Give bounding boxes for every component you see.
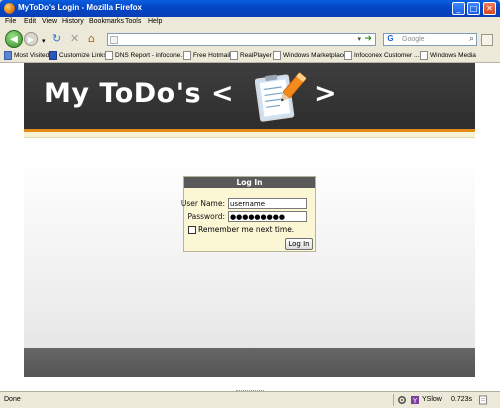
- bookmark-realplayer[interactable]: RealPlayer: [230, 51, 272, 60]
- back-button[interactable]: ◀: [5, 30, 23, 48]
- browser-content: My ToDo's < > Log In User Name: username…: [0, 63, 500, 391]
- menu-edit[interactable]: Edit: [24, 18, 36, 25]
- login-button[interactable]: Log In: [285, 238, 313, 250]
- site-footer: [24, 348, 475, 377]
- reload-icon[interactable]: ↻: [52, 33, 61, 45]
- navigation-toolbar: ◀ ▶ ▾ ↻ ✕ ⌂ ▾ ➔ G Google ⌕: [0, 29, 500, 49]
- page-icon: [105, 51, 113, 60]
- bookmark-windows-marketplace[interactable]: Windows Marketplace: [273, 51, 347, 60]
- menu-bar: File Edit View History Bookmarks Tools H…: [0, 17, 500, 29]
- home-icon[interactable]: ⌂: [88, 33, 95, 45]
- username-input[interactable]: [228, 198, 307, 209]
- toolbar-extension-button[interactable]: [481, 34, 493, 46]
- status-text: Done: [4, 396, 21, 403]
- menu-file[interactable]: File: [5, 18, 16, 25]
- minimize-button[interactable]: _: [452, 2, 465, 15]
- search-icon[interactable]: ⌕: [469, 34, 474, 44]
- yslow-label[interactable]: YSlow: [422, 396, 442, 403]
- site-header: My ToDo's < >: [24, 63, 475, 129]
- stop-icon[interactable]: ✕: [70, 33, 79, 45]
- menu-tools[interactable]: Tools: [125, 18, 141, 25]
- go-arrow-icon[interactable]: ➔: [364, 34, 372, 44]
- firefox-icon: [4, 3, 15, 14]
- bookmark-free-hotmail[interactable]: Free Hotmail: [183, 51, 230, 60]
- most-visited-icon: [4, 51, 12, 60]
- page-icon: [230, 51, 238, 60]
- remember-me-checkbox[interactable]: [188, 226, 196, 234]
- page-icon: [273, 51, 281, 60]
- bookmark-customize-links[interactable]: Customize Links: [49, 51, 107, 60]
- password-input[interactable]: [228, 211, 307, 222]
- todo-list-logo-icon: [255, 72, 307, 122]
- google-engine-icon[interactable]: G: [385, 34, 396, 45]
- bookmark-windows-media[interactable]: Windows Media: [420, 51, 476, 60]
- page-favicon-icon: [110, 36, 118, 44]
- svg-text:Y: Y: [412, 397, 418, 405]
- menu-view[interactable]: View: [42, 18, 57, 25]
- menu-history[interactable]: History: [62, 18, 84, 25]
- bookmark-infoconex[interactable]: Infoconex Customer ...: [344, 51, 419, 60]
- bookmark-most-visited[interactable]: Most Visited: [4, 51, 49, 60]
- remember-me-label: Remember me next time.: [198, 225, 295, 234]
- msn-icon: [49, 51, 57, 60]
- page-info-icon[interactable]: [478, 395, 488, 405]
- header-sub-stripe: [24, 132, 475, 138]
- maximize-button[interactable]: □: [467, 2, 480, 15]
- url-bar[interactable]: ▾ ➔: [107, 33, 376, 46]
- status-separator: [393, 394, 394, 406]
- bookmarks-toolbar: Most Visited Customize Links DNS Report …: [0, 49, 500, 63]
- bookmark-dns-report[interactable]: DNS Report - infocone...: [105, 51, 186, 60]
- page-icon: [420, 51, 428, 60]
- page-icon: [183, 51, 191, 60]
- close-button[interactable]: ✕: [483, 2, 496, 15]
- login-box: Log In User Name: Password: Remember me …: [180, 176, 316, 252]
- window-title: MyToDo's Login - Mozilla Firefox: [18, 3, 142, 12]
- load-time: 0.723s: [451, 396, 473, 403]
- forward-button[interactable]: ▶: [24, 32, 38, 46]
- url-dropdown-icon[interactable]: ▾: [357, 35, 361, 43]
- login-title: Log In: [184, 177, 315, 188]
- addon-gear-icon[interactable]: [397, 395, 407, 405]
- site-title: My ToDo's <: [44, 78, 235, 109]
- status-bar: Done Y YSlow 0.723s: [0, 391, 500, 408]
- web-page: My ToDo's < > Log In User Name: username…: [24, 63, 475, 377]
- username-label: User Name:: [180, 199, 225, 208]
- page-icon: [344, 51, 352, 60]
- header-arrow-right: >: [314, 78, 337, 109]
- history-dropdown-icon[interactable]: ▾: [42, 35, 46, 47]
- menu-bookmarks[interactable]: Bookmarks: [89, 18, 124, 25]
- yslow-icon[interactable]: Y: [410, 395, 420, 405]
- search-bar[interactable]: G Google ⌕: [383, 33, 477, 46]
- menu-help[interactable]: Help: [148, 18, 162, 25]
- password-label: Password:: [187, 212, 225, 221]
- title-bar: MyToDo's Login - Mozilla Firefox _ □ ✕: [0, 0, 500, 17]
- search-placeholder: Google: [402, 36, 425, 43]
